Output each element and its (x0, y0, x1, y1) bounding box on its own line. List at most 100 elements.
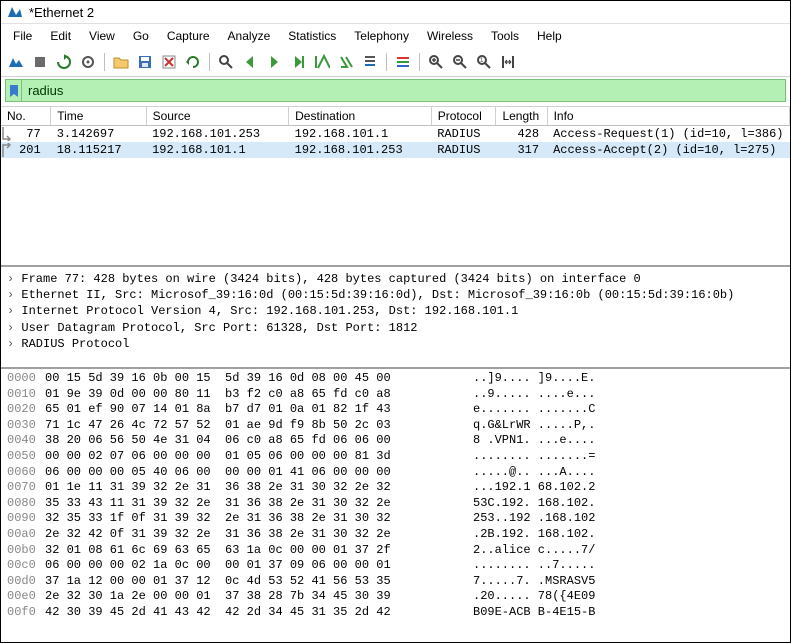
menu-telephony[interactable]: Telephony (346, 26, 417, 46)
menu-tools[interactable]: Tools (483, 26, 527, 46)
hex-offset: 0020 (1, 402, 45, 418)
hex-row[interactable]: 001001 9e 39 0d 00 00 80 11 b3 f2 c0 a8 … (1, 387, 790, 403)
hex-ascii: .20..... 78({4E09 (455, 589, 595, 605)
menu-file[interactable]: File (5, 26, 40, 46)
colorize-icon[interactable] (392, 51, 414, 73)
hex-row[interactable]: 00f042 30 39 45 2d 41 43 42 42 2d 34 45 … (1, 605, 790, 621)
cell-dest: 192.168.101.253 (289, 142, 432, 158)
hex-row[interactable]: 00c006 00 00 00 02 1a 0c 00 00 01 37 09 … (1, 558, 790, 574)
menu-bar: File Edit View Go Capture Analyze Statis… (1, 24, 790, 48)
cell-info: Access-Accept(2) (id=10, l=275) (547, 142, 789, 158)
details-tree-item[interactable]: Internet Protocol Version 4, Src: 192.16… (7, 303, 784, 319)
packet-bytes-pane[interactable]: 000000 15 5d 39 16 0b 00 15 5d 39 16 0d … (1, 369, 790, 642)
zoom-reset-icon[interactable]: 1 (473, 51, 495, 73)
menu-statistics[interactable]: Statistics (280, 26, 344, 46)
go-last-icon[interactable] (335, 51, 357, 73)
hex-ascii: ........ .......= (455, 449, 595, 465)
hex-row[interactable]: 005000 00 02 07 06 00 00 00 01 05 06 00 … (1, 449, 790, 465)
details-tree-item[interactable]: RADIUS Protocol (7, 336, 784, 352)
close-file-icon[interactable] (158, 51, 180, 73)
zoom-in-icon[interactable] (425, 51, 447, 73)
title-bar: *Ethernet 2 (1, 1, 790, 24)
reload-file-icon[interactable] (182, 51, 204, 73)
hex-row[interactable]: 007001 1e 11 31 39 32 2e 31 36 38 2e 31 … (1, 480, 790, 496)
bookmark-filter-icon[interactable] (5, 79, 21, 102)
go-first-icon[interactable] (311, 51, 333, 73)
go-next-icon[interactable] (263, 51, 285, 73)
col-info[interactable]: Info (547, 107, 789, 126)
hex-offset: 0060 (1, 465, 45, 481)
hex-ascii: ........ ..7..... (455, 558, 595, 574)
hex-ascii: ..9..... ....e... (455, 387, 595, 403)
resize-columns-icon[interactable] (497, 51, 519, 73)
related-packet-marker-icon (1, 142, 11, 158)
hex-offset: 00a0 (1, 527, 45, 543)
hex-row[interactable]: 009032 35 33 1f 0f 31 39 32 2e 31 36 38 … (1, 511, 790, 527)
hex-row[interactable]: 00e02e 32 30 1a 2e 00 00 01 37 38 28 7b … (1, 589, 790, 605)
col-time[interactable]: Time (51, 107, 146, 126)
hex-bytes: 42 30 39 45 2d 41 43 42 42 2d 34 45 31 3… (45, 605, 455, 621)
stop-capture-icon[interactable] (29, 51, 51, 73)
packet-row[interactable]: 20118.115217192.168.101.1192.168.101.253… (1, 142, 790, 158)
menu-capture[interactable]: Capture (159, 26, 218, 46)
hex-row[interactable]: 00a02e 32 42 0f 31 39 32 2e 31 36 38 2e … (1, 527, 790, 543)
cell-protocol: RADIUS (431, 142, 496, 158)
go-jump-icon[interactable] (287, 51, 309, 73)
hex-row[interactable]: 002065 01 ef 90 07 14 01 8a b7 d7 01 0a … (1, 402, 790, 418)
packet-row[interactable]: 773.142697192.168.101.253192.168.101.1RA… (1, 126, 790, 143)
hex-row[interactable]: 003071 1c 47 26 4c 72 57 52 01 ae 9d f9 … (1, 418, 790, 434)
col-dest[interactable]: Destination (289, 107, 432, 126)
packet-details-pane[interactable]: Frame 77: 428 bytes on wire (3424 bits),… (1, 267, 790, 369)
hex-bytes: 38 20 06 56 50 4e 31 04 06 c0 a8 65 fd 0… (45, 433, 455, 449)
hex-offset: 00f0 (1, 605, 45, 621)
menu-go[interactable]: Go (125, 26, 157, 46)
cell-no: 201 (1, 142, 51, 158)
hex-row[interactable]: 008035 33 43 11 31 39 32 2e 31 36 38 2e … (1, 496, 790, 512)
app-shark-icon (7, 4, 23, 20)
hex-row[interactable]: 006006 00 00 00 05 40 06 00 00 00 01 41 … (1, 465, 790, 481)
hex-ascii: q.G&LrWR .....P,. (455, 418, 595, 434)
hex-bytes: 01 1e 11 31 39 32 2e 31 36 38 2e 31 30 3… (45, 480, 455, 496)
hex-bytes: 2e 32 30 1a 2e 00 00 01 37 38 28 7b 34 4… (45, 589, 455, 605)
menu-view[interactable]: View (81, 26, 123, 46)
hex-bytes: 65 01 ef 90 07 14 01 8a b7 d7 01 0a 01 8… (45, 402, 455, 418)
menu-analyze[interactable]: Analyze (220, 26, 279, 46)
details-tree-item[interactable]: User Datagram Protocol, Src Port: 61328,… (7, 320, 784, 336)
start-capture-icon[interactable] (5, 51, 27, 73)
toolbar-separator (209, 53, 210, 71)
hex-row[interactable]: 004038 20 06 56 50 4e 31 04 06 c0 a8 65 … (1, 433, 790, 449)
open-file-icon[interactable] (110, 51, 132, 73)
cell-time: 18.115217 (51, 142, 146, 158)
save-file-icon[interactable] (134, 51, 156, 73)
details-tree-item[interactable]: Frame 77: 428 bytes on wire (3424 bits),… (7, 271, 784, 287)
hex-offset: 0090 (1, 511, 45, 527)
menu-help[interactable]: Help (529, 26, 570, 46)
cell-info: Access-Request(1) (id=10, l=386) (547, 126, 789, 143)
hex-offset: 0050 (1, 449, 45, 465)
zoom-out-icon[interactable] (449, 51, 471, 73)
hex-bytes: 35 33 43 11 31 39 32 2e 31 36 38 2e 31 3… (45, 496, 455, 512)
packet-list-pane[interactable]: No. Time Source Destination Protocol Len… (1, 107, 790, 267)
details-tree-item[interactable]: Ethernet II, Src: Microsof_39:16:0d (00:… (7, 287, 784, 303)
col-protocol[interactable]: Protocol (431, 107, 496, 126)
display-filter-input[interactable] (21, 79, 786, 102)
col-length[interactable]: Length (496, 107, 547, 126)
menu-edit[interactable]: Edit (42, 26, 79, 46)
find-packet-icon[interactable] (215, 51, 237, 73)
hex-row[interactable]: 00b032 01 08 61 6c 69 63 65 63 1a 0c 00 … (1, 543, 790, 559)
main-window: *Ethernet 2 File Edit View Go Capture An… (0, 0, 791, 643)
hex-row[interactable]: 000000 15 5d 39 16 0b 00 15 5d 39 16 0d … (1, 371, 790, 387)
hex-bytes: 2e 32 42 0f 31 39 32 2e 31 36 38 2e 31 3… (45, 527, 455, 543)
hex-offset: 00d0 (1, 574, 45, 590)
capture-options-icon[interactable] (77, 51, 99, 73)
menu-wireless[interactable]: Wireless (419, 26, 481, 46)
hex-offset: 00e0 (1, 589, 45, 605)
hex-row[interactable]: 00d037 1a 12 00 00 01 37 12 0c 4d 53 52 … (1, 574, 790, 590)
go-prev-icon[interactable] (239, 51, 261, 73)
hex-offset: 0080 (1, 496, 45, 512)
restart-capture-icon[interactable] (53, 51, 75, 73)
col-source[interactable]: Source (146, 107, 289, 126)
hex-bytes: 06 00 00 00 02 1a 0c 00 00 01 37 09 06 0… (45, 558, 455, 574)
autoscroll-icon[interactable] (359, 51, 381, 73)
col-no[interactable]: No. (1, 107, 51, 126)
